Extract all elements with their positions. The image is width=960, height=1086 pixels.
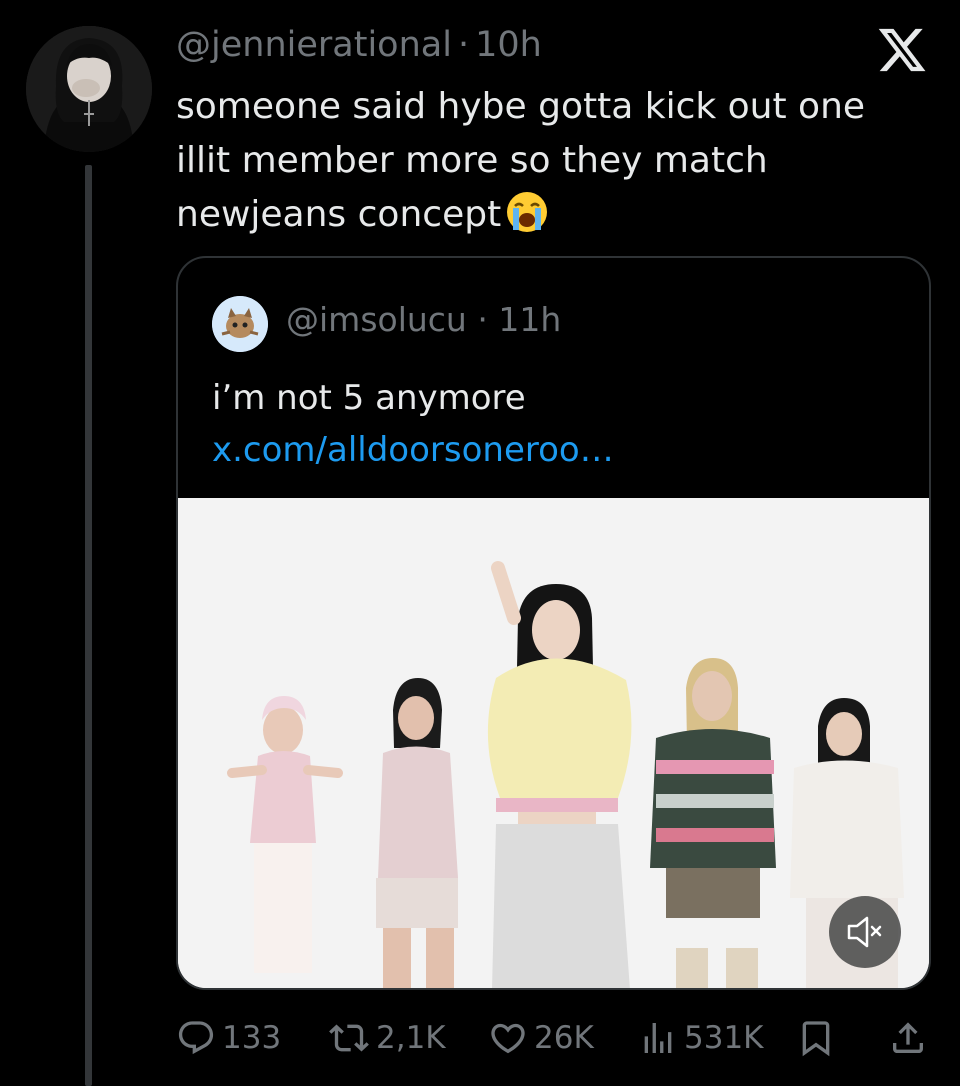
loudly-crying-face-emoji-icon	[507, 192, 548, 232]
repost-count: 2,1K	[376, 1020, 446, 1056]
mute-toggle-button[interactable]	[829, 896, 901, 968]
like-button[interactable]: 26K	[488, 1018, 594, 1058]
tweet-timestamp[interactable]: 10h	[475, 25, 542, 65]
thread-line	[85, 165, 92, 1086]
reply-icon	[178, 1021, 214, 1055]
tweet-action-bar: 133 2,1K 26K 531K	[176, 1018, 936, 1064]
views-button[interactable]: 531K	[638, 1018, 764, 1058]
bookmark-button[interactable]	[796, 1018, 842, 1058]
quoted-tweet-link[interactable]: x.com/alldoorsoneroo…	[212, 430, 614, 470]
share-button[interactable]	[888, 1018, 934, 1058]
tweet-text: someone said hybe gotta kick out one ill…	[176, 80, 916, 242]
quoted-tweet-body: i’m not 5 anymore	[212, 378, 526, 418]
repost-icon	[329, 1024, 369, 1052]
quoted-author-avatar[interactable]	[212, 296, 268, 352]
avatar-portrait-image	[26, 26, 152, 152]
share-icon	[893, 1022, 923, 1053]
views-icon	[644, 1023, 672, 1053]
author-handle[interactable]: @jennierational	[176, 25, 452, 65]
muted-speaker-icon	[847, 916, 882, 948]
quoted-author-handle[interactable]: @imsolucu	[286, 300, 467, 339]
reply-count: 133	[222, 1020, 282, 1056]
author-avatar[interactable]	[26, 26, 152, 152]
heart-icon	[491, 1023, 525, 1054]
quoted-video-player[interactable]	[178, 498, 929, 988]
views-count: 531K	[684, 1020, 764, 1056]
quoted-tweet-timestamp: 11h	[498, 300, 562, 339]
reply-button[interactable]: 133	[176, 1018, 281, 1058]
like-count: 26K	[534, 1020, 594, 1056]
quoted-tweet-card[interactable]: @imsolucu · 11h i’m not 5 anymore x.com/…	[176, 256, 931, 990]
quoted-tweet-header: @imsolucu · 11h	[286, 300, 561, 339]
separator-dot: ·	[477, 300, 488, 339]
tweet-header: @jennierational · 10h	[176, 22, 542, 68]
video-thumbnail-image	[178, 498, 929, 988]
repost-button[interactable]: 2,1K	[328, 1018, 446, 1058]
cat-avatar-image	[212, 296, 268, 352]
separator-dot: ·	[457, 25, 470, 65]
bookmark-icon	[802, 1021, 830, 1057]
x-logo-icon[interactable]	[876, 24, 928, 76]
quoted-tweet-text: i’m not 5 anymore x.com/alldoorsoneroo…	[212, 372, 892, 476]
